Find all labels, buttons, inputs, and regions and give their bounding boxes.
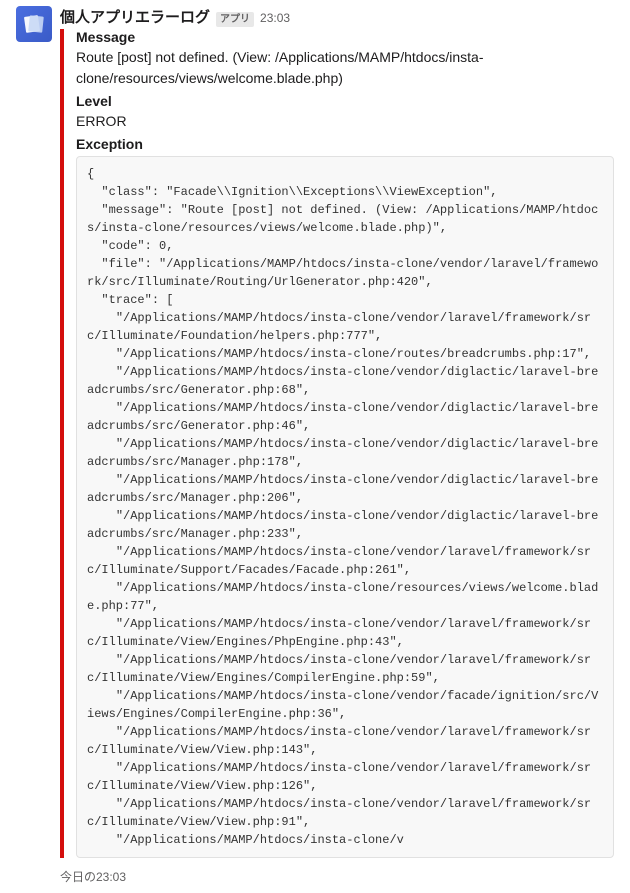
app-icon — [22, 12, 46, 36]
message-header: 個人アプリエラーログ アプリ 23:03 — [60, 6, 614, 27]
field-level-value: ERROR — [76, 111, 614, 132]
app-name[interactable]: 個人アプリエラーログ — [60, 6, 210, 27]
message-content: 個人アプリエラーログ アプリ 23:03 Message Route [post… — [60, 6, 614, 864]
app-avatar[interactable] — [16, 6, 52, 42]
app-badge: アプリ — [216, 12, 254, 27]
field-message-value: Route [post] not defined. (View: /Applic… — [76, 47, 614, 89]
error-attachment: Message Route [post] not defined. (View:… — [60, 29, 614, 858]
field-level-label: Level — [76, 93, 614, 109]
exception-code-block[interactable]: { "class": "Facade\\Ignition\\Exceptions… — [76, 156, 614, 858]
message-container: 個人アプリエラーログ アプリ 23:03 Message Route [post… — [0, 0, 630, 868]
field-exception-label: Exception — [76, 136, 614, 152]
footer-timestamp[interactable]: 今日の23:03 — [0, 868, 630, 893]
message-timestamp[interactable]: 23:03 — [260, 11, 290, 25]
field-message-label: Message — [76, 29, 614, 45]
